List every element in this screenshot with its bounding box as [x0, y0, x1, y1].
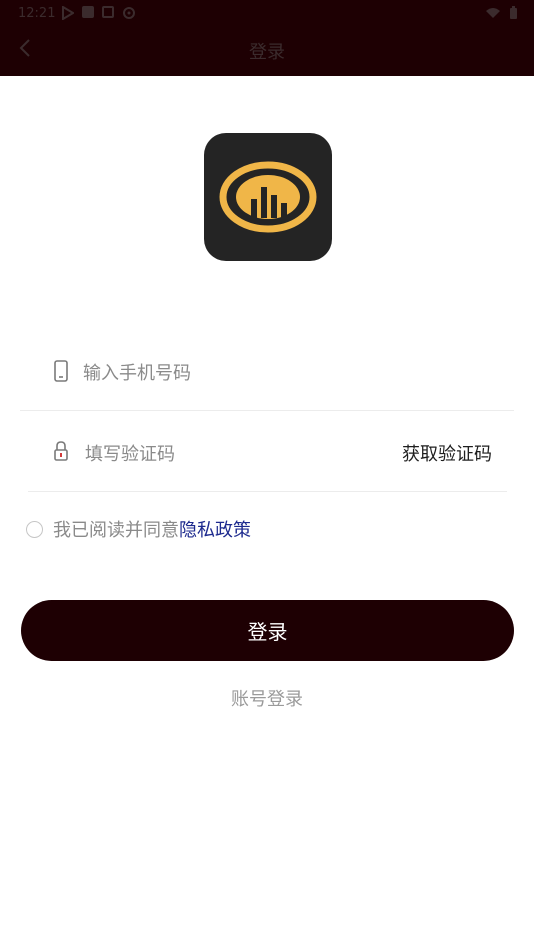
phone-input[interactable]: 输入手机号码: [83, 359, 191, 385]
top-app-bar: 12:21 登录: [0, 0, 534, 76]
status-bar: 12:21: [0, 0, 534, 30]
status-icons-left: [62, 6, 136, 20]
notification-icon: [102, 6, 114, 18]
wifi-icon: [486, 8, 500, 18]
agreement-text: 我已阅读并同意: [53, 520, 179, 541]
battery-icon: [510, 6, 517, 19]
account-login-link[interactable]: 账号登录: [0, 685, 534, 711]
phone-icon: [54, 360, 68, 382]
play-icon: [62, 6, 74, 20]
status-time: 12:21: [18, 6, 56, 21]
app-logo: [204, 133, 332, 261]
settings-icon: [123, 7, 135, 19]
square-icon: [82, 6, 94, 18]
phone-field[interactable]: 输入手机号码: [20, 331, 514, 411]
code-divider: [28, 491, 507, 492]
page-title: 登录: [249, 42, 285, 63]
get-code-button[interactable]: 获取验证码: [402, 440, 492, 466]
verification-code-input[interactable]: 填写验证码: [85, 440, 175, 466]
agree-checkbox[interactable]: [26, 520, 43, 538]
login-button[interactable]: 登录: [21, 600, 514, 661]
agreement-row: 我已阅读并同意 隐私政策: [26, 516, 251, 542]
verification-code-field[interactable]: 填写验证码 获取验证码: [20, 411, 514, 491]
status-icons-right: [485, 6, 518, 20]
lock-icon: [54, 441, 68, 461]
logo-mark-icon: [219, 161, 317, 233]
privacy-policy-link[interactable]: 隐私政策: [179, 516, 251, 542]
